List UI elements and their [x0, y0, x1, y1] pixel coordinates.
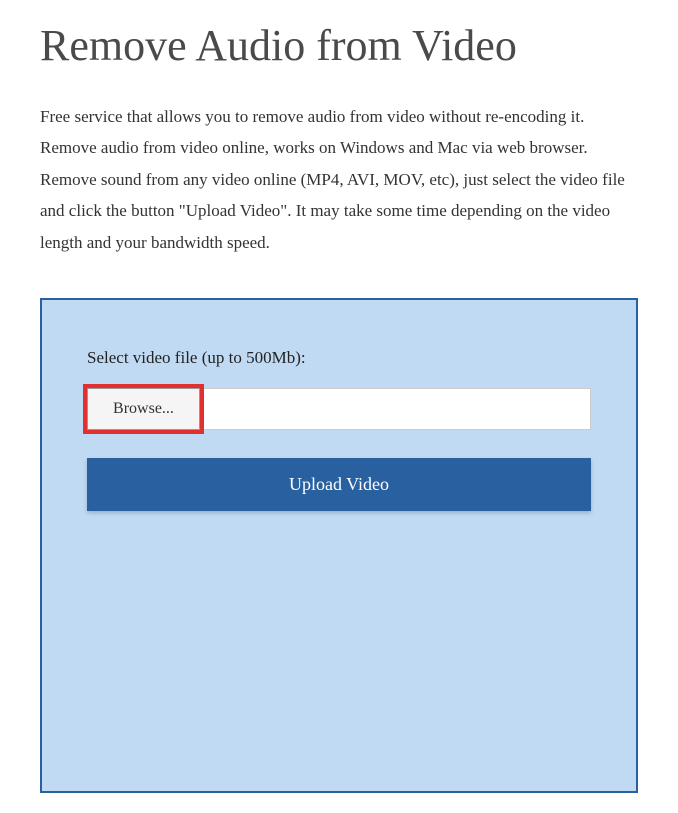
upload-panel: Select video file (up to 500Mb): Browse.…: [40, 298, 638, 793]
page-title: Remove Audio from Video: [40, 20, 638, 73]
upload-video-button[interactable]: Upload Video: [87, 458, 591, 511]
description-text: Free service that allows you to remove a…: [40, 101, 638, 258]
select-file-label: Select video file (up to 500Mb):: [87, 348, 591, 368]
browse-button[interactable]: Browse...: [87, 388, 200, 430]
file-input-row: Browse...: [87, 388, 591, 430]
